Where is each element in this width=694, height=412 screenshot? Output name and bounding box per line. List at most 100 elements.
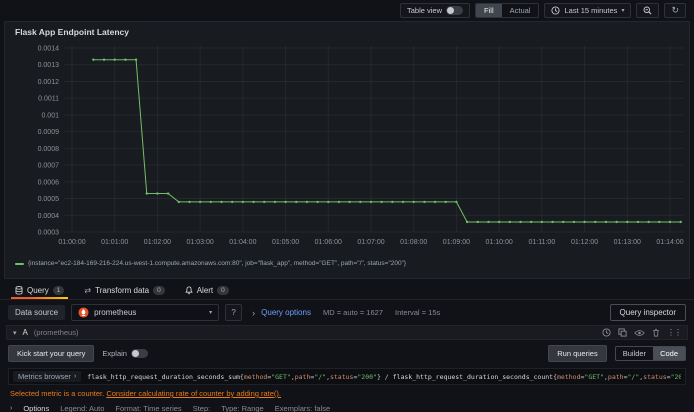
collapse-query-row-icon[interactable]: ▾ bbox=[13, 329, 17, 337]
datasource-help-button[interactable]: ? bbox=[225, 304, 243, 321]
table-view-toggle[interactable]: Table view bbox=[400, 2, 471, 18]
drag-handle-icon[interactable]: ⋮⋮ bbox=[667, 328, 682, 337]
refresh-icon: ↻ bbox=[671, 4, 679, 15]
add-rate-link[interactable]: Consider calculating rate of counter by … bbox=[106, 389, 281, 398]
zoom-out-button[interactable] bbox=[636, 2, 660, 18]
svg-text:0.0005: 0.0005 bbox=[38, 196, 60, 203]
svg-text:0.0009: 0.0009 bbox=[38, 129, 60, 136]
interval-summary: Interval = 15s bbox=[395, 308, 441, 317]
svg-text:01:14:00: 01:14:00 bbox=[656, 239, 683, 246]
svg-text:01:00:00: 01:00:00 bbox=[58, 239, 85, 246]
database-icon bbox=[15, 285, 23, 295]
svg-text:0.001: 0.001 bbox=[41, 112, 59, 119]
chevron-down-icon: ▾ bbox=[621, 7, 625, 14]
svg-text:01:12:00: 01:12:00 bbox=[571, 239, 598, 246]
svg-text:0.0014: 0.0014 bbox=[38, 46, 60, 53]
query-inspector-button[interactable]: Query inspector bbox=[609, 304, 686, 321]
explain-switch[interactable] bbox=[130, 349, 148, 358]
duplicate-query-icon[interactable] bbox=[618, 328, 627, 337]
svg-text:01:05:00: 01:05:00 bbox=[272, 239, 299, 246]
svg-text:0.0011: 0.0011 bbox=[38, 96, 59, 103]
tab-alert-count: 0 bbox=[217, 285, 229, 295]
datasource-label: Data source bbox=[8, 305, 66, 320]
transform-icon: ⇄ bbox=[84, 285, 92, 295]
promql-editor-row: Metrics browser › flask_http_request_dur… bbox=[8, 368, 686, 385]
tab-alert[interactable]: Alert 0 bbox=[176, 281, 238, 299]
svg-text:01:01:00: 01:01:00 bbox=[101, 239, 128, 246]
time-range-label: Last 15 minutes bbox=[564, 5, 618, 15]
editor-tabs: Query 1 ⇄ Transform data 0 Alert 0 bbox=[0, 281, 694, 300]
svg-text:01:04:00: 01:04:00 bbox=[229, 239, 256, 246]
hide-response-eye-icon[interactable] bbox=[634, 329, 645, 337]
panel-title: Flask App Endpoint Latency bbox=[15, 27, 129, 37]
svg-text:0.0008: 0.0008 bbox=[38, 146, 60, 153]
prometheus-icon bbox=[78, 307, 89, 318]
bell-icon bbox=[184, 285, 193, 295]
warning-text: Selected metric is a counter. bbox=[10, 389, 105, 398]
svg-text:01:02:00: 01:02:00 bbox=[144, 239, 171, 246]
query-editor-section: ▾ A (prometheus) ⋮⋮ Kick start your quer… bbox=[6, 325, 688, 412]
query-ref-id: A bbox=[22, 328, 28, 337]
query-actions-cluster: Run queries Builder Code bbox=[548, 345, 686, 362]
query-row-body: Kick start your query Explain Run querie… bbox=[6, 340, 688, 412]
tab-transform-data[interactable]: ⇄ Transform data 0 bbox=[75, 281, 173, 299]
query-options-footer: › Options Legend: Auto Format: Time serie… bbox=[8, 404, 686, 412]
actual-button[interactable]: Actual bbox=[502, 4, 539, 17]
svg-text:01:11:00: 01:11:00 bbox=[528, 239, 555, 246]
option-item: Legend: Auto bbox=[60, 404, 105, 412]
query-options-toggle[interactable]: Query options bbox=[261, 308, 311, 317]
history-clock-icon[interactable] bbox=[602, 328, 611, 337]
series-color-mark bbox=[15, 262, 24, 265]
svg-text:0.0013: 0.0013 bbox=[38, 62, 60, 69]
metrics-browser-toggle[interactable]: Metrics browser › bbox=[13, 371, 82, 382]
kick-start-query-button[interactable]: Kick start your query bbox=[8, 345, 95, 362]
svg-text:0.0004: 0.0004 bbox=[38, 213, 60, 220]
chevron-down-icon: ▾ bbox=[209, 310, 213, 316]
option-item: Type: Range bbox=[221, 404, 264, 412]
tab-query[interactable]: Query 1 bbox=[6, 281, 73, 299]
max-data-points-summary: MD = auto = 1627 bbox=[322, 308, 383, 317]
chevron-right-icon: › bbox=[73, 373, 77, 380]
options-summary: Legend: Auto Format: Time series Step: Type… bbox=[60, 404, 330, 412]
svg-text:01:06:00: 01:06:00 bbox=[315, 239, 342, 246]
svg-text:01:03:00: 01:03:00 bbox=[187, 239, 214, 246]
svg-text:01:08:00: 01:08:00 bbox=[400, 239, 427, 246]
panel-edit-toolbar: Table view Fill Actual Last 15 minutes ▾… bbox=[0, 0, 694, 20]
builder-code-toggle: Builder Code bbox=[614, 346, 686, 361]
svg-text:01:09:00: 01:09:00 bbox=[443, 239, 470, 246]
legend-label: {instance="ec2-184-169-216-224.us-west-1… bbox=[28, 260, 407, 267]
svg-text:0.0007: 0.0007 bbox=[38, 163, 60, 170]
legend-item[interactable]: {instance="ec2-184-169-216-224.us-west-1… bbox=[5, 260, 689, 267]
datasource-row: Data source prometheus ▾ ? › Query optio… bbox=[0, 300, 694, 324]
svg-text:01:13:00: 01:13:00 bbox=[614, 239, 641, 246]
table-view-label: Table view bbox=[407, 5, 443, 15]
tab-query-label: Query bbox=[27, 285, 49, 295]
chevron-right-icon[interactable]: › bbox=[10, 405, 12, 412]
explain-label: Explain bbox=[102, 349, 127, 358]
promql-expression-input[interactable]: flask_http_request_duration_seconds_sum{… bbox=[87, 373, 681, 381]
datasource-name: prometheus bbox=[94, 308, 137, 317]
table-view-switch[interactable] bbox=[446, 5, 464, 15]
builder-mode-button[interactable]: Builder bbox=[616, 347, 653, 360]
time-range-picker[interactable]: Last 15 minutes ▾ bbox=[544, 2, 632, 18]
explain-toggle[interactable]: Explain bbox=[102, 349, 148, 358]
datasource-picker[interactable]: prometheus ▾ bbox=[71, 304, 220, 321]
run-queries-button[interactable]: Run queries bbox=[548, 345, 607, 362]
fill-actual-group: Fill Actual bbox=[475, 2, 540, 18]
fill-button[interactable]: Fill bbox=[476, 3, 502, 17]
refresh-button[interactable]: ↻ bbox=[664, 2, 686, 18]
query-toolbar-row: Kick start your query Explain Run querie… bbox=[8, 345, 686, 362]
chevron-right-icon: › bbox=[252, 307, 256, 318]
tab-transform-label: Transform data bbox=[95, 285, 150, 295]
latency-chart[interactable]: 01:00:00 01:01:00 01:02:00 01:03:00 01:04:00… bbox=[6, 38, 688, 260]
time-series-panel: Flask App Endpoint Latency 01:00:00 01:01… bbox=[4, 21, 690, 279]
question-circle-icon: ? bbox=[231, 308, 236, 317]
remove-query-trash-icon[interactable] bbox=[652, 328, 660, 337]
magnifier-minus-icon bbox=[643, 6, 652, 15]
query-row-header[interactable]: ▾ A (prometheus) ⋮⋮ bbox=[6, 325, 688, 340]
options-toggle[interactable]: Options bbox=[23, 404, 49, 412]
code-mode-button[interactable]: Code bbox=[653, 347, 685, 360]
query-row-actions: ⋮⋮ bbox=[602, 328, 682, 337]
option-item: Step: bbox=[192, 404, 211, 412]
svg-text:0.0006: 0.0006 bbox=[38, 179, 60, 186]
